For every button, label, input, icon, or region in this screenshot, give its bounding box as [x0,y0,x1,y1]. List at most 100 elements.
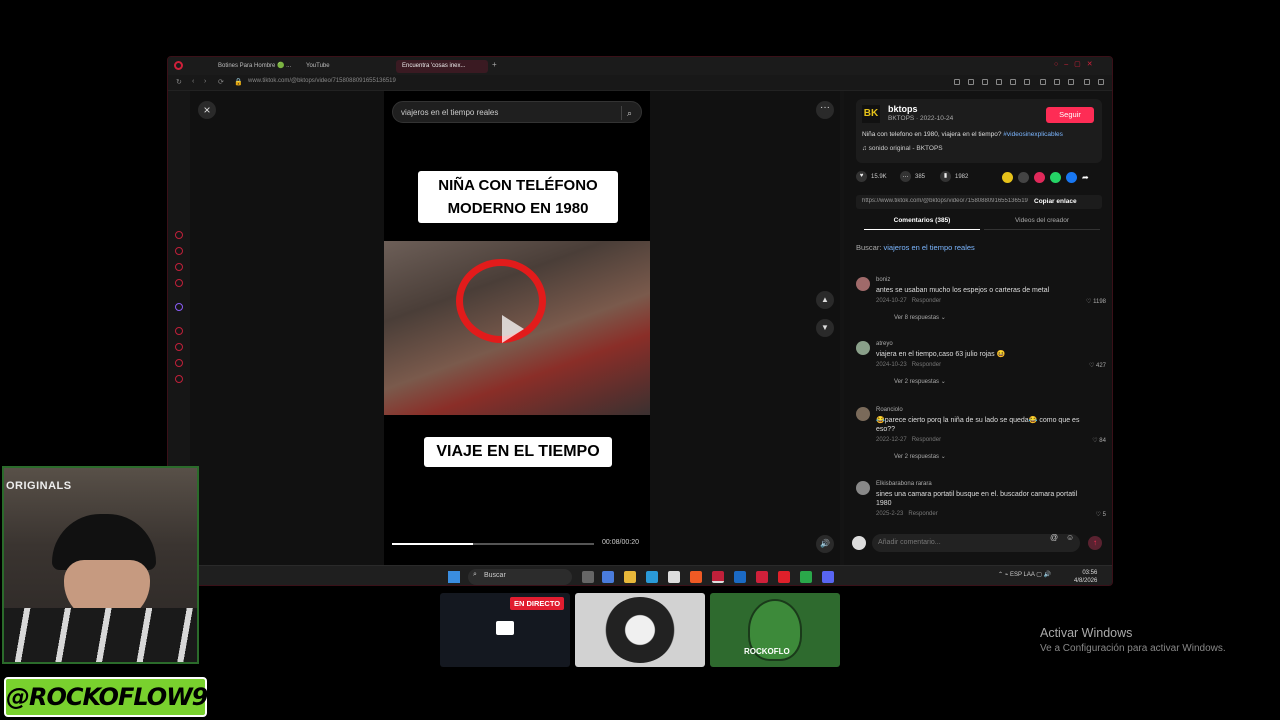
reply-link[interactable]: Responder [912,298,941,304]
url-field[interactable]: www.tiktok.com/@bktops/video/71580880916… [248,78,396,84]
camera-icon[interactable] [1068,79,1074,85]
discord-icon[interactable] [822,571,834,583]
hashtag-link[interactable]: #videosinexplicables [1003,131,1063,138]
send-comment-button[interactable]: ↑ [1088,536,1102,550]
next-video-button[interactable]: ▼ [816,319,834,337]
extension-icon[interactable] [996,79,1002,85]
like-button[interactable]: ♥ 15.9K [856,171,887,183]
extension-icon[interactable] [982,79,988,85]
commenter-name[interactable]: boniz [876,277,890,283]
view-replies-link[interactable]: Ver 2 respuestas ⌄ [894,378,946,385]
ai-icon[interactable] [1084,79,1090,85]
extension-icon[interactable] [1010,79,1016,85]
commenter-avatar[interactable] [856,407,870,421]
author-name[interactable]: bktops [888,104,918,114]
sidebar-bag-icon[interactable] [175,247,183,255]
share-whatsapp-icon[interactable] [1050,172,1061,183]
sidebar-home-icon[interactable] [175,231,183,239]
view-replies-link[interactable]: Ver 2 respuestas ⌄ [894,453,946,460]
sidebar-settings-icon[interactable] [175,375,183,383]
comment-like[interactable]: ♡ 427 [1089,362,1106,369]
task-view-icon[interactable] [582,571,594,583]
follow-button[interactable]: Seguir [1046,107,1094,123]
commenter-name[interactable]: Elkisbarabona rarara [876,481,932,487]
brave-icon[interactable] [690,571,702,583]
comment-like[interactable]: ♡ 84 [1092,437,1106,444]
sidebar-clock-icon[interactable] [175,343,183,351]
widgets-icon[interactable] [602,571,614,583]
share-facebook-icon[interactable] [1066,172,1077,183]
search-icon[interactable]: ⌕ [621,106,635,120]
opera-logo-icon[interactable] [174,61,183,70]
messenger-icon[interactable] [1040,79,1046,85]
share-embed-icon[interactable] [1018,172,1029,183]
app-icon[interactable] [756,571,768,583]
close-video-button[interactable]: × [198,101,216,119]
emoji-icon[interactable]: ☺ [1066,533,1074,542]
tab-botines[interactable]: Botines Para Hombre 🟢 ... [212,60,296,73]
windows-start-icon[interactable] [448,571,460,583]
window-thumbnail-art[interactable] [575,593,705,667]
sidebar-twitch-icon[interactable] [175,303,183,311]
taskbar-search[interactable]: ⌕ Buscar [468,569,572,585]
commenter-avatar[interactable] [856,481,870,495]
extension-icon[interactable] [954,79,960,85]
comment-button[interactable]: … 385 [900,171,925,183]
steam-icon[interactable] [734,571,746,583]
commenter-avatar[interactable] [856,341,870,355]
tab-tiktok[interactable]: Encuentra 'cosas inex... [396,60,488,73]
share-telegram-icon[interactable] [1034,172,1045,183]
commenter-name[interactable]: Roanciolo [876,407,903,413]
tab-youtube[interactable]: YouTube [300,60,388,73]
mention-icon[interactable]: @ [1050,533,1058,542]
play-icon[interactable] [502,315,524,343]
system-tray[interactable]: ⌃ ⌁ ESP LAA ▢ 🔊 [998,571,1051,578]
volume-button[interactable]: 🔊 [816,535,834,553]
sidebar-instagram-icon[interactable] [175,279,183,287]
video-progress-bar[interactable] [392,543,594,545]
forward-icon[interactable]: › [204,78,206,85]
tab-comments[interactable]: Comentarios (385) [864,217,980,230]
comment-like[interactable]: ♡ 1198 [1086,298,1106,305]
app-icon[interactable] [800,571,812,583]
previous-video-button[interactable]: ▲ [816,291,834,309]
language-indicator[interactable]: ESP LAA [1010,572,1035,578]
download-icon[interactable] [1054,79,1060,85]
save-button[interactable]: ▮ 1982 [940,171,968,183]
reply-link[interactable]: Responder [908,511,937,517]
comment-like[interactable]: ♡ 5 [1096,511,1106,518]
window-controls[interactable]: ○–▢✕ [1054,60,1099,68]
heart-icon[interactable] [1024,79,1030,85]
window-thumbnail-avatar[interactable]: ROCKOFLO [710,593,840,667]
new-tab-button[interactable]: + [492,60,497,69]
comment-input[interactable]: Añadir comentario... [872,534,1080,552]
refresh-icon[interactable]: ⟳ [218,78,224,86]
opera-taskbar-icon[interactable] [712,571,724,583]
more-options-button[interactable]: ··· [816,101,834,119]
copy-link-button[interactable]: Copiar enlace [1034,198,1077,205]
commenter-avatar[interactable] [856,277,870,291]
view-replies-link[interactable]: Ver 8 respuestas ⌄ [894,314,946,321]
sidebar-bulb-icon[interactable] [175,359,183,367]
reload-icon[interactable]: ↻ [176,78,182,86]
video-player[interactable]: viajeros en el tiempo reales ⌕ NIÑA CON … [384,91,650,565]
tiktok-search-input[interactable]: viajeros en el tiempo reales ⌕ [392,101,642,123]
back-icon[interactable]: ‹ [192,78,194,85]
search-hint-query[interactable]: viajeros en el tiempo reales [884,243,975,252]
author-avatar[interactable]: BK [862,105,880,123]
sidebar-messenger-icon[interactable] [175,263,183,271]
commenter-name[interactable]: atreyo [876,341,893,347]
sidebar-history-icon[interactable] [175,327,183,335]
share-coin-icon[interactable] [1002,172,1013,183]
video-link[interactable]: https://www.tiktok.com/@bktops/video/715… [862,198,1028,204]
taskbar-clock[interactable]: 03:56 4/8/2026 [1074,569,1097,585]
store-icon[interactable] [668,571,680,583]
share-arrow-icon[interactable]: ➦ [1082,172,1093,183]
tab-creator-videos[interactable]: Videos del creador [984,217,1100,230]
menu-icon[interactable] [1098,79,1104,85]
edge-icon[interactable] [646,571,658,583]
window-thumbnail-live[interactable]: EN DIRECTO [440,593,570,667]
extension-icon[interactable] [968,79,974,85]
reply-link[interactable]: Responder [912,437,941,443]
sound-link[interactable]: ♫ sonido original - BKTOPS [862,145,943,152]
